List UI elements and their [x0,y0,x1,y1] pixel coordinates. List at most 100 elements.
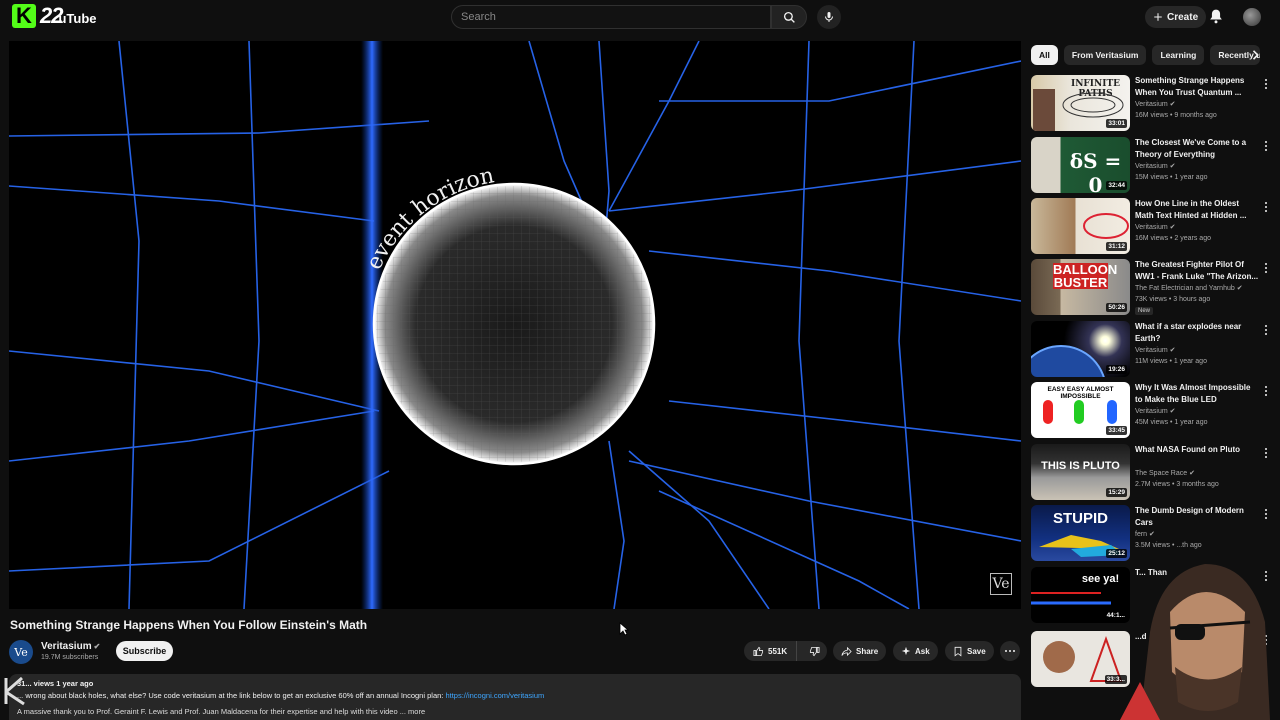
video-title[interactable]: Why It Was Almost Impossible to Make the… [1135,382,1259,405]
top-bar: K 22 uTube Search Create [0,0,1280,34]
channel-name[interactable]: fern ✔ [1135,530,1155,538]
chip-all[interactable]: All [1031,45,1058,65]
thumbs-up-icon [753,646,764,656]
video-thumbnail[interactable]: 33:3... [1031,631,1130,687]
recommendation-item[interactable]: THIS IS PLUTO 15:29 What NASA Found on P… [1031,444,1276,502]
video-thumbnail[interactable]: BALLOON BUSTER 50:26 [1031,259,1130,315]
ask-button[interactable]: Ask [893,641,938,661]
ask-label: Ask [915,646,930,656]
more-options-button[interactable] [1262,200,1270,214]
more-options-button[interactable] [1262,139,1270,153]
description-box[interactable]: 31... views 1 year ago ... wrong about b… [9,674,1021,720]
video-thumbnail[interactable]: EASY EASY ALMOST IMPOSSIBLE 33:45 [1031,382,1130,438]
more-horizontal-icon [1005,650,1015,652]
video-thumbnail[interactable]: THIS IS PLUTO 15:29 [1031,444,1130,500]
save-button[interactable]: Save [945,641,994,661]
video-thumbnail[interactable]: STUPID 25:12 [1031,505,1130,561]
microphone-icon [825,12,833,22]
description-text: ... wrong about black holes, what else? … [17,691,446,700]
video-player[interactable]: event horizon Ve [9,41,1021,609]
video-title[interactable]: Something Strange Happens When You Trust… [1135,75,1259,98]
verified-icon: ✔ [1149,531,1155,538]
verified-icon: ✔ [1169,101,1176,108]
recommendation-item[interactable]: 19:26 What if a star explodes near Earth… [1031,321,1276,379]
video-title[interactable]: The Greatest Fighter Pilot Of WW1 - Fran… [1135,259,1259,282]
video-thumbnail[interactable]: INFINITE PATHS 33:01 [1031,75,1130,131]
channel-name[interactable]: Veritasium ✔ [1135,346,1176,354]
recommendation-item[interactable]: INFINITE PATHS 33:01 Something Strange H… [1031,75,1276,133]
notifications-button[interactable] [1209,8,1223,29]
video-thumbnail[interactable]: δS = 0 32:44 [1031,137,1130,193]
channel-name-text[interactable]: The Space Race [1135,470,1187,477]
more-options-button[interactable] [1262,77,1270,91]
channel-name-text[interactable]: The Fat Electrician and Yarnhub [1135,285,1235,292]
channel-name[interactable]: Veritasium ✔ [1135,162,1176,170]
like-count: 551K [768,646,788,656]
verified-icon: ✔ [1169,408,1176,415]
duration-badge: 15:29 [1106,488,1127,497]
duration-badge: 33:45 [1106,426,1127,435]
video-thumbnail[interactable]: 31:12 [1031,198,1130,254]
video-title[interactable]: The Dumb Design of Modern Cars [1135,505,1259,528]
new-badge: New [1135,307,1154,315]
recommendation-item[interactable]: EASY EASY ALMOST IMPOSSIBLE 33:45 Why It… [1031,382,1276,440]
video-thumbnail[interactable]: 19:26 [1031,321,1130,377]
channel-name[interactable]: The Space Race ✔ [1135,469,1195,477]
streamer-avatar-overlay [1120,564,1270,720]
thumbnail-text: THIS IS PLUTO [1041,460,1120,472]
channel-name-text[interactable]: Veritasium [41,641,92,652]
thumbnail-text: BALLOON BUSTER [1053,262,1118,290]
video-title[interactable]: The Closest We've Come to a Theory of Ev… [1135,137,1259,160]
more-options-button[interactable] [1262,384,1270,398]
chips-next-button[interactable] [1247,46,1265,64]
subscriber-count: 19.7M subscribers [41,654,99,661]
channel-name[interactable]: Veritasium ✔ [41,641,100,652]
subscribe-button[interactable]: Subscribe [116,641,173,661]
channel-name[interactable]: The Fat Electrician and Yarnhub ✔ [1135,284,1243,292]
dislike-button[interactable] [801,646,827,657]
search-button[interactable] [771,5,807,29]
like-button[interactable]: 551K [744,641,798,661]
recommendation-item[interactable]: 31:12 How One Line in the Oldest Math Te… [1031,198,1276,256]
search-input[interactable]: Search [451,5,771,29]
channel-name-text[interactable]: Veritasium [1135,347,1168,354]
channel-name-text[interactable]: fern [1135,531,1147,538]
sparkle-icon [901,646,911,656]
create-button[interactable]: Create [1145,6,1207,28]
chip-from-veritasium[interactable]: From Veritasium [1063,45,1147,65]
more-options-button[interactable] [1262,507,1270,521]
user-avatar[interactable] [1243,8,1261,26]
verified-icon: ✔ [1236,285,1243,292]
more-options-button[interactable] [1262,261,1270,275]
more-options-button[interactable] [1262,323,1270,337]
channel-name-text[interactable]: Veritasium [1135,163,1168,170]
chip-learning[interactable]: Learning [1152,45,1205,65]
youtube-logo-text: uTube [58,10,97,26]
video-title[interactable]: What NASA Found on Pluto [1135,444,1259,456]
more-options-button[interactable] [1262,446,1270,460]
share-label: Share [856,646,879,656]
share-icon [841,646,852,656]
channel-avatar[interactable]: Ve [9,640,33,664]
duration-badge: 19:26 [1106,365,1127,374]
channel-name[interactable]: Veritasium ✔ [1135,407,1176,415]
share-button[interactable]: Share [833,641,887,661]
duration-badge: 50:26 [1106,303,1127,312]
channel-name-text[interactable]: Veritasium [1135,224,1168,231]
video-thumbnail[interactable]: see ya! 44:1... [1031,567,1130,623]
channel-name[interactable]: Veritasium ✔ [1135,100,1176,108]
channel-name-text[interactable]: Veritasium [1135,408,1168,415]
recommendation-item[interactable]: δS = 0 32:44 The Closest We've Come to a… [1031,137,1276,195]
video-title[interactable]: What if a star explodes near Earth? [1135,321,1259,344]
channel-name[interactable]: Veritasium ✔ [1135,223,1176,231]
recommendation-item[interactable]: BALLOON BUSTER 50:26 The Greatest Fighte… [1031,259,1276,317]
video-title[interactable]: How One Line in the Oldest Math Text Hin… [1135,198,1259,221]
logo[interactable]: K 22 uTube [12,3,97,29]
save-label: Save [967,646,986,656]
incogni-link[interactable]: https://incogni.com/veritasium [445,691,544,700]
channel-name-text[interactable]: Veritasium [1135,101,1168,108]
more-actions-button[interactable] [1000,641,1020,661]
video-frame: event horizon [9,41,1021,609]
verified-icon: ✔ [1169,163,1176,170]
voice-search-button[interactable] [817,5,841,29]
